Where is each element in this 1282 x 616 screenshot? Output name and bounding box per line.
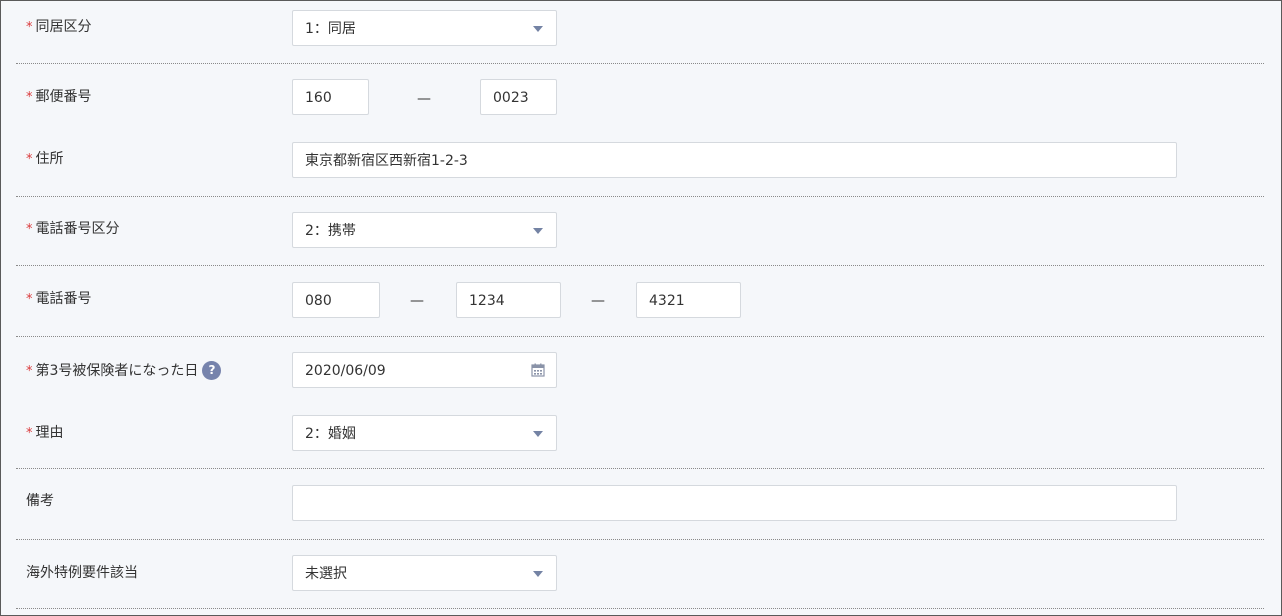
- chevron-down-icon: [533, 571, 543, 577]
- postal-label: * 郵便番号: [26, 89, 92, 105]
- chevron-down-icon: [533, 26, 543, 32]
- divider: [16, 196, 1264, 197]
- divider: [16, 468, 1264, 469]
- overseas-select[interactable]: 未選択: [292, 555, 557, 591]
- phone-dash-1: —: [410, 293, 424, 309]
- reason-label: * 理由: [26, 425, 64, 441]
- phone-dash-2: —: [591, 293, 605, 309]
- phone-type-label: * 電話番号区分: [26, 221, 120, 237]
- divider: [16, 336, 1264, 337]
- chevron-down-icon: [533, 228, 543, 234]
- divider: [16, 539, 1264, 540]
- calendar-icon[interactable]: [531, 363, 545, 377]
- help-icon[interactable]: ?: [202, 360, 222, 380]
- address-label: * 住所: [26, 151, 64, 167]
- cohabitation-label: * 同居区分: [26, 19, 92, 35]
- phone-part1-input[interactable]: 080: [292, 282, 380, 318]
- required-mark: *: [26, 90, 33, 105]
- divider: [16, 63, 1264, 64]
- divider: [16, 265, 1264, 266]
- phone-part2-input[interactable]: 1234: [456, 282, 561, 318]
- required-mark: *: [26, 364, 33, 379]
- dependent-date-label: * 第3号被保険者になった日?: [26, 360, 222, 382]
- dependent-date-input[interactable]: 2020/06/09: [292, 352, 557, 388]
- required-mark: *: [26, 20, 33, 35]
- address-input[interactable]: 東京都新宿区西新宿1-2-3: [292, 142, 1177, 178]
- phone-label: * 電話番号: [26, 291, 92, 307]
- chevron-down-icon: [533, 431, 543, 437]
- phone-part3-input[interactable]: 4321: [636, 282, 741, 318]
- required-mark: *: [26, 152, 33, 167]
- cohabitation-select[interactable]: 1：同居: [292, 10, 557, 46]
- remarks-label: 備考: [26, 493, 54, 509]
- reason-select[interactable]: 2：婚姻: [292, 415, 557, 451]
- phone-type-select[interactable]: 2：携帯: [292, 212, 557, 248]
- form-panel: * 同居区分 1：同居 * 郵便番号 160 — 0023 * 住所 東京都新宿区西新…: [0, 0, 1282, 616]
- required-mark: *: [26, 292, 33, 307]
- required-mark: *: [26, 222, 33, 237]
- postal-code-part2-input[interactable]: 0023: [480, 79, 557, 115]
- divider: [16, 608, 1264, 609]
- postal-dash: —: [417, 91, 431, 107]
- postal-code-part1-input[interactable]: 160: [292, 79, 369, 115]
- overseas-label: 海外特例要件該当: [26, 565, 138, 581]
- remarks-input[interactable]: [292, 485, 1177, 521]
- required-mark: *: [26, 426, 33, 441]
